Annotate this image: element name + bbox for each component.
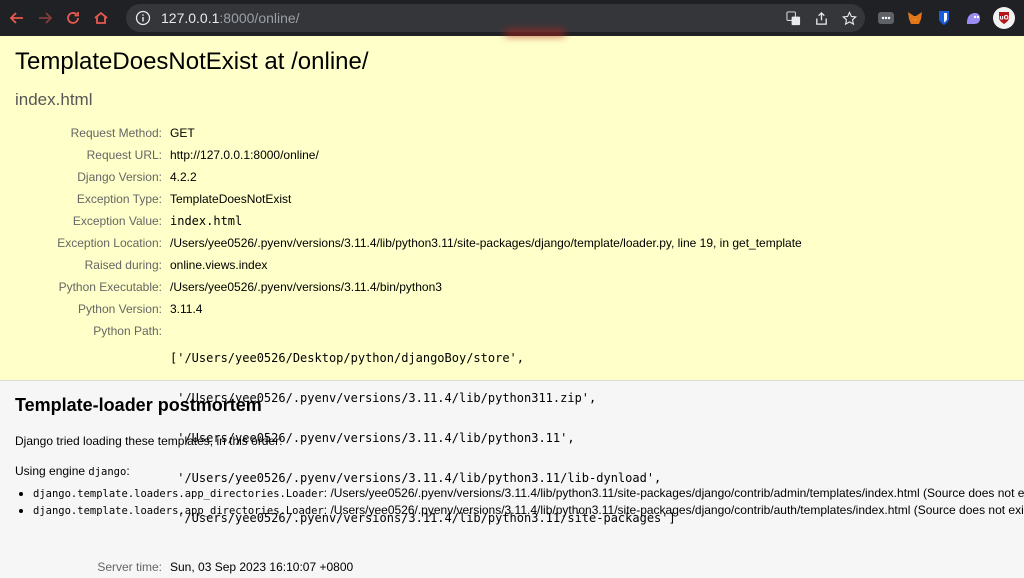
python-path-line: ['/Users/yee0526/Desktop/python/djangoBo… (170, 351, 525, 365)
list-item: django.template.loaders.app_directories.… (33, 486, 1024, 500)
meta-value: TemplateDoesNotExist (170, 192, 292, 206)
meta-row: Exception Value: index.html (15, 210, 802, 232)
ublock-origin-icon[interactable]: uO (992, 6, 1016, 30)
url-text: 127.0.0.1:8000/online/ (161, 10, 300, 26)
meta-row: Exception Location: /Users/yee0526/.pyenv… (15, 232, 802, 254)
meta-value: /Users/yee0526/.pyenv/versions/3.11.4/bi… (170, 280, 442, 294)
engine-prefix: Using engine (15, 464, 89, 478)
loader-list: django.template.loaders.app_directories.… (15, 486, 1024, 517)
translate-icon[interactable] (785, 10, 801, 26)
page-title: TemplateDoesNotExist at /online/ (15, 48, 369, 75)
meta-value: 3.11.4 (170, 302, 203, 316)
ghost-extension-icon[interactable] (962, 7, 984, 29)
url-path: :8000/online/ (219, 10, 300, 26)
bookmark-star-icon[interactable] (841, 10, 857, 26)
loader-class: django.template.loaders.app_directories.… (33, 488, 324, 500)
meta-row: Django Version: 4.2.2 (15, 166, 802, 188)
meta-label: Server time: (97, 560, 162, 574)
share-icon[interactable] (813, 10, 829, 26)
tab-loading-glow (505, 30, 565, 36)
meta-row: Python Version: 3.11.4 (15, 298, 802, 320)
meta-value: http://127.0.0.1:8000/online/ (170, 148, 319, 162)
meta-row: Request Method: GET (15, 122, 802, 144)
meta-value: Sun, 03 Sep 2023 16:10:07 +0800 (170, 560, 354, 574)
extension-menu-icon[interactable] (875, 7, 897, 29)
meta-value: /Users/yee0526/.pyenv/versions/3.11.4/li… (170, 236, 802, 250)
meta-label: Exception Type: (76, 192, 162, 206)
meta-label: Exception Location: (57, 236, 162, 250)
meta-label: Request URL: (86, 148, 162, 162)
meta-value: index.html (170, 214, 243, 228)
meta-row: Exception Type: TemplateDoesNotExist (15, 188, 802, 210)
meta-label: Request Method: (70, 126, 162, 140)
meta-label: Python Version: (77, 302, 162, 316)
bitwarden-shield-icon[interactable] (933, 7, 955, 29)
reload-icon[interactable] (62, 7, 84, 29)
engine-suffix: : (126, 464, 130, 478)
loader-class: django.template.loaders.app_directories.… (33, 505, 324, 517)
meta-value: online.views.index (170, 258, 268, 272)
meta-row: Python Executable: /Users/yee0526/.pyenv/… (15, 276, 802, 298)
meta-label: Django Version: (77, 170, 162, 184)
meta-label: Exception Value: (72, 214, 162, 228)
meta-row: Request URL: http://127.0.0.1:8000/online… (15, 144, 802, 166)
svg-text:uO: uO (999, 15, 1008, 22)
browser-toolbar: 127.0.0.1:8000/online/ uO (0, 0, 1024, 36)
metamask-fox-icon[interactable] (904, 7, 926, 29)
meta-value: 4.2.2 (170, 170, 197, 184)
loader-path: : /Users/yee0526/.pyenv/versions/3.11.4/… (323, 486, 1024, 500)
address-bar[interactable]: 127.0.0.1:8000/online/ (126, 4, 865, 32)
error-summary: TemplateDoesNotExist at /online/ index.h… (0, 36, 1024, 574)
meta-label: Python Executable: (58, 280, 162, 294)
meta-row: Raised during: online.views.index (15, 254, 802, 276)
list-item: django.template.loaders.app_directories.… (33, 503, 1024, 517)
home-icon[interactable] (90, 7, 112, 29)
meta-value: GET (170, 126, 195, 140)
forward-icon[interactable] (34, 7, 56, 29)
loader-path: : /Users/yee0526/.pyenv/versions/3.11.4/… (323, 503, 1024, 517)
meta-label: Raised during: (84, 258, 162, 272)
back-icon[interactable] (6, 7, 28, 29)
engine-name: django (88, 466, 127, 478)
exception-subtitle: index.html (15, 90, 93, 109)
meta-row: Server time: Sun, 03 Sep 2023 16:10:07 +0… (15, 556, 802, 578)
url-host: 127.0.0.1 (161, 10, 220, 26)
site-info-icon[interactable] (135, 10, 151, 26)
